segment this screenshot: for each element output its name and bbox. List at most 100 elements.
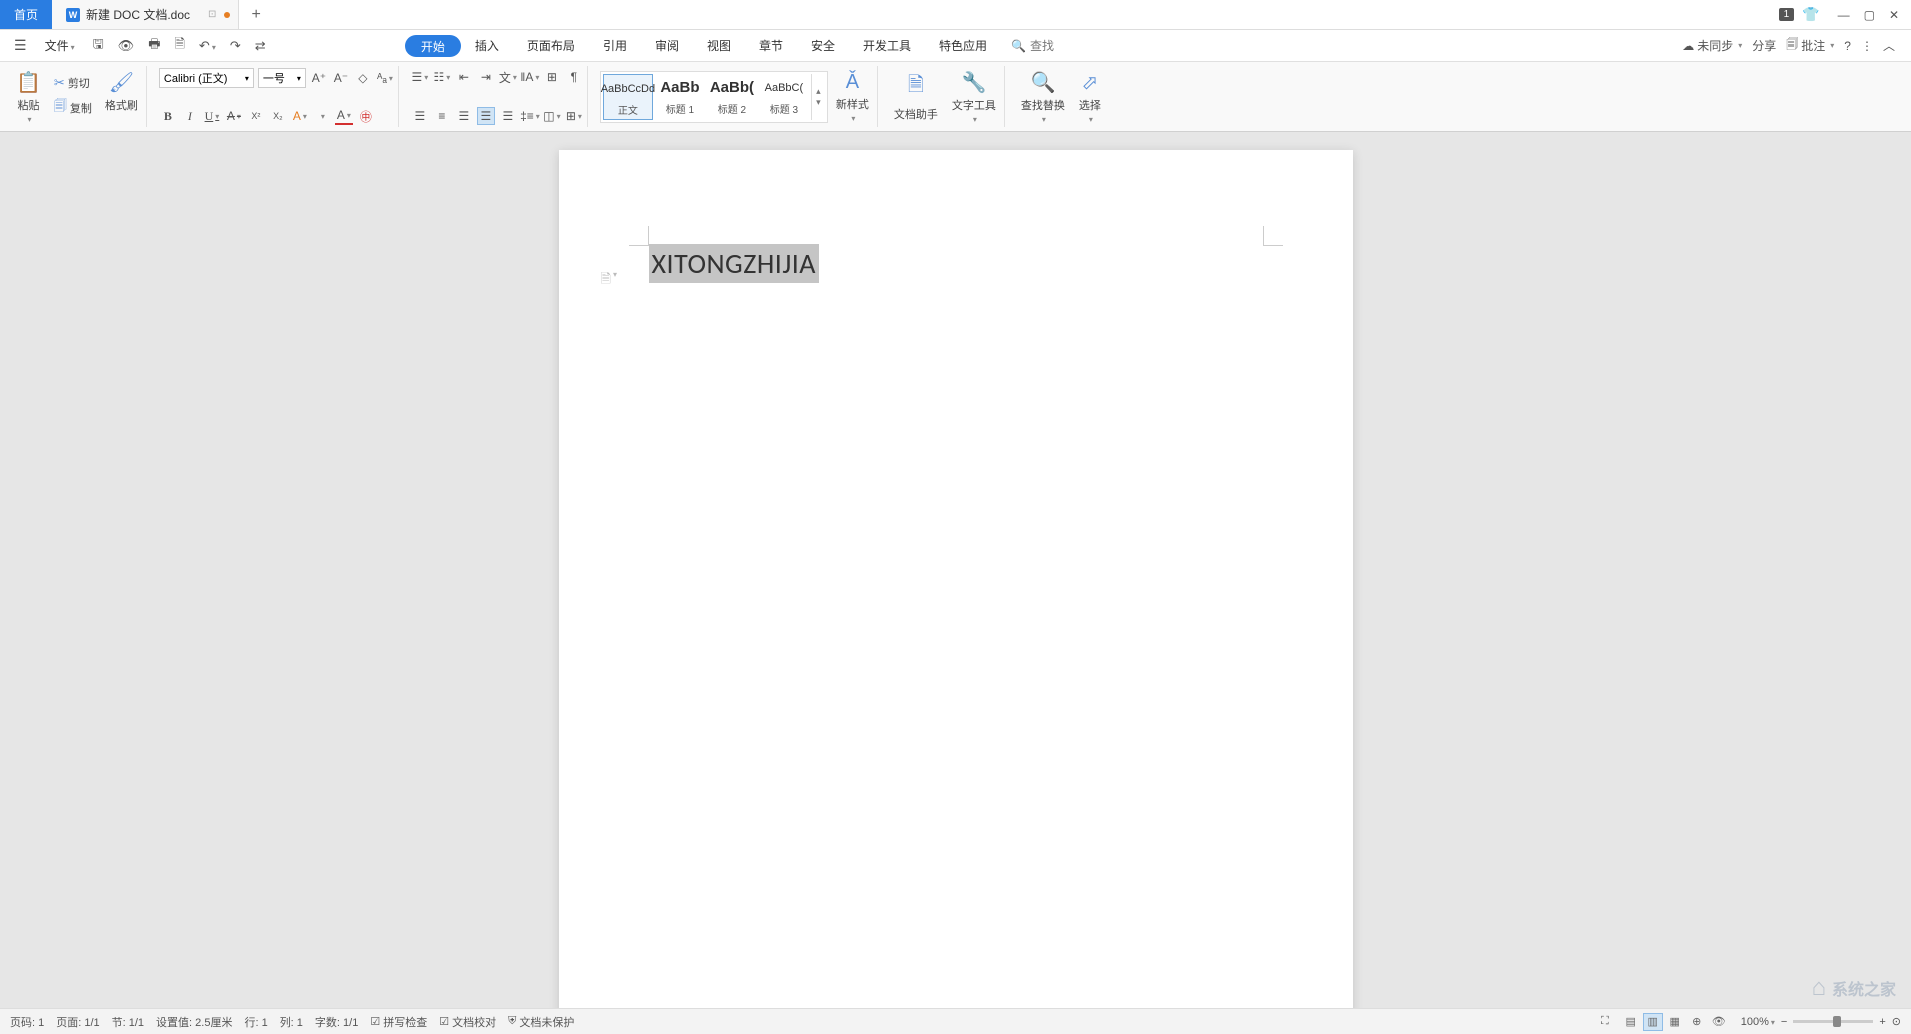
line-spacing-button[interactable]: ‡≡ (521, 107, 539, 125)
line-spacing-ctrl-button[interactable]: ‖A (521, 68, 539, 86)
underline-button[interactable]: U (203, 107, 221, 125)
view-eye-button[interactable]: 👁 (1709, 1013, 1729, 1031)
menutab-pagelayout[interactable]: 页面布局 (513, 30, 589, 61)
strike-button[interactable]: A (225, 107, 243, 125)
align-justify-button[interactable]: ☰ (477, 107, 495, 125)
status-column[interactable]: 列: 1 (280, 1014, 303, 1030)
view-outline-button[interactable]: ▦ (1665, 1013, 1685, 1031)
print-preview-button[interactable]: 👁 (114, 36, 139, 56)
highlight-button[interactable] (313, 107, 331, 125)
status-docproof[interactable]: ☑文档校对 (439, 1014, 496, 1030)
more-button[interactable]: ⋮ (1861, 39, 1873, 53)
text-direction-button[interactable]: 文 (499, 68, 517, 86)
add-tab-button[interactable]: + (239, 0, 272, 29)
newstyle-button[interactable]: Ǎ 新样式 (832, 69, 873, 125)
numbering-button[interactable]: ☷ (433, 68, 451, 86)
paragraph-tag-icon[interactable]: 🗎▾ (601, 270, 617, 292)
fit-button[interactable]: ⊙ (1892, 1015, 1901, 1028)
bullets-button[interactable]: ☰ (411, 68, 429, 86)
document-page[interactable]: 🗎▾ XITONGZHIJIA (559, 150, 1353, 1008)
formatbrush-button[interactable]: 🖌 格式刷 (101, 68, 142, 125)
style-heading1[interactable]: AaBb 标题 1 (655, 74, 705, 120)
menutab-view[interactable]: 视图 (693, 30, 745, 61)
style-heading3[interactable]: AaBbC( 标题 3 (759, 74, 809, 120)
undo-button[interactable]: ↶ (195, 36, 220, 56)
document-text[interactable]: XITONGZHIJIA (649, 244, 820, 283)
export-pdf-button[interactable]: 🗎 (170, 33, 188, 59)
status-unprotected[interactable]: ⛨文档未保护 (508, 1014, 574, 1030)
shading-button[interactable]: ◫ (543, 107, 561, 125)
maximize-button[interactable]: ▢ (1864, 8, 1875, 22)
texttools-button[interactable]: 🔧 文字工具 (948, 68, 1000, 125)
decrease-indent-button[interactable]: ⇤ (455, 68, 473, 86)
status-position[interactable]: 设置值: 2.5厘米 (156, 1014, 232, 1030)
zoom-level[interactable]: 100% (1741, 1016, 1775, 1028)
style-normal[interactable]: AaBbCcDd 正文 (603, 74, 653, 120)
menutab-special[interactable]: 特色应用 (925, 30, 1001, 61)
font-name-select[interactable]: Calibri (正文)▾ (159, 68, 254, 88)
menutab-security[interactable]: 安全 (797, 30, 849, 61)
status-section[interactable]: 节: 1/1 (112, 1014, 144, 1030)
phonetic-button[interactable]: ㊥ (357, 107, 375, 125)
show-marks-button[interactable]: ¶ (565, 68, 583, 86)
view-read-button[interactable]: ▤ (1621, 1013, 1641, 1031)
fullscreen-button[interactable]: ⛶ (1601, 1015, 1609, 1028)
save-button[interactable]: 🖫 (89, 33, 108, 59)
change-case-button[interactable]: ᴬₐ (376, 69, 394, 87)
bold-button[interactable]: B (159, 107, 177, 125)
unsync-button[interactable]: ☁未同步 (1682, 37, 1742, 54)
italic-button[interactable]: I (181, 107, 199, 125)
status-pagecode[interactable]: 页码: 1 (10, 1014, 44, 1030)
share-button[interactable]: 分享 (1752, 37, 1776, 54)
zoom-slider[interactable] (1793, 1020, 1873, 1023)
align-left-button[interactable]: ☰ (411, 107, 429, 125)
status-words[interactable]: 字数: 1/1 (315, 1014, 358, 1030)
pin-icon[interactable]: ⊡ (208, 9, 216, 20)
tab-document[interactable]: W 新建 DOC 文档.doc ⊡ (52, 0, 239, 29)
clear-format-button[interactable]: ◇ (354, 69, 372, 87)
menutab-insert[interactable]: 插入 (461, 30, 513, 61)
status-page[interactable]: 页面: 1/1 (56, 1014, 99, 1030)
findreplace-button[interactable]: 🔍 查找替换 (1017, 68, 1069, 125)
align-right-button[interactable]: ☰ (455, 107, 473, 125)
borders-button[interactable]: ⊞ (565, 107, 583, 125)
zoom-in-button[interactable]: + (1879, 1016, 1885, 1028)
skin-icon[interactable]: 👕 (1802, 6, 1819, 23)
notification-badge[interactable]: 1 (1779, 8, 1795, 21)
style-heading2[interactable]: AaBb( 标题 2 (707, 74, 757, 120)
close-button[interactable]: ✕ (1889, 8, 1899, 22)
quickbar-more[interactable]: ⇄ (251, 36, 270, 56)
redo-button[interactable]: ↷ (226, 36, 245, 56)
help-button[interactable]: ? (1844, 39, 1851, 53)
increase-font-button[interactable]: A⁺ (310, 69, 328, 87)
dochelper-button[interactable]: 🗎 文档助手 (890, 68, 942, 125)
align-distribute-button[interactable]: ☰ (499, 107, 517, 125)
paste-button[interactable]: 📋 粘贴 (12, 68, 45, 125)
menutab-devtools[interactable]: 开发工具 (849, 30, 925, 61)
tab-home[interactable]: 首页 (0, 0, 52, 29)
menutab-review[interactable]: 审阅 (641, 30, 693, 61)
font-color-button[interactable]: A (335, 107, 353, 125)
status-line[interactable]: 行: 1 (244, 1014, 267, 1030)
view-web-button[interactable]: ⊕ (1687, 1013, 1707, 1031)
decrease-font-button[interactable]: A⁻ (332, 69, 350, 87)
subscript-button[interactable]: X₂ (269, 107, 287, 125)
tab-stop-button[interactable]: ⊞ (543, 68, 561, 86)
increase-indent-button[interactable]: ⇥ (477, 68, 495, 86)
menutab-start[interactable]: 开始 (405, 35, 461, 57)
minimize-button[interactable]: — (1838, 8, 1850, 22)
zoom-out-button[interactable]: − (1781, 1016, 1787, 1028)
status-spellcheck[interactable]: ☑拼写检查 (370, 1014, 427, 1030)
workspace[interactable]: 🗎▾ XITONGZHIJIA (0, 132, 1911, 1008)
text-effects-button[interactable]: A (291, 107, 309, 125)
menutab-section[interactable]: 章节 (745, 30, 797, 61)
menutab-ref[interactable]: 引用 (589, 30, 641, 61)
print-button[interactable]: 🖶 (144, 33, 164, 59)
cut-button[interactable]: ✂剪切 (51, 74, 95, 92)
collapse-ribbon-button[interactable]: ︿ (1883, 37, 1895, 54)
search-box[interactable]: 🔍 查找 (1011, 30, 1054, 61)
annotate-button[interactable]: 🗐批注 (1786, 35, 1834, 56)
font-size-select[interactable]: 一号▾ (258, 68, 306, 88)
superscript-button[interactable]: X² (247, 107, 265, 125)
select-button[interactable]: ⬀ 选择 (1075, 68, 1105, 125)
